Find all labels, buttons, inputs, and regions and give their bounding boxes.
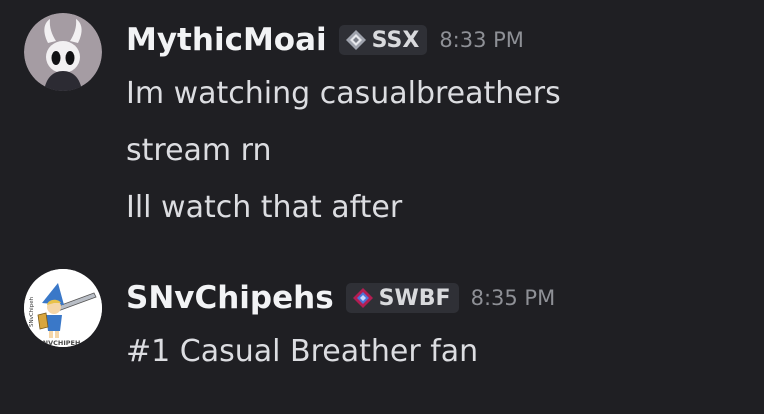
- message-group-snvchipehs: SNVCHIPEH SNvChipeh SNvChipehs SWBF 8:35…: [0, 250, 764, 414]
- message-header: SNvChipehs SWBF 8:35 PM: [126, 280, 555, 316]
- server-tag-label: SWBF: [378, 285, 451, 311]
- server-tag[interactable]: SWBF: [345, 283, 459, 313]
- avatar[interactable]: SNVCHIPEH SNvChipeh: [24, 269, 102, 347]
- message-group-mythicmoai: MythicMoai SSX 8:33 PM Im watching casua…: [0, 0, 764, 250]
- diamond-badge-icon: [352, 288, 373, 308]
- diamond-badge-icon: [345, 30, 366, 50]
- hollow-knight-icon: [24, 13, 102, 91]
- message-header: MythicMoai SSX 8:33 PM: [126, 22, 524, 58]
- cartoon-knight-icon: SNVCHIPEH SNvChipeh: [24, 269, 102, 347]
- server-tag[interactable]: SSX: [338, 25, 428, 55]
- message-line: Im watching casualbreathers: [126, 76, 561, 111]
- message-line: stream rn: [126, 133, 272, 168]
- server-tag-label: SSX: [371, 27, 420, 53]
- avatar[interactable]: [24, 13, 102, 91]
- author-name[interactable]: MythicMoai: [126, 22, 327, 58]
- timestamp[interactable]: 8:35 PM: [471, 286, 556, 310]
- avatar-logo-text: SNVCHIPEH: [38, 339, 80, 347]
- author-name[interactable]: SNvChipehs: [126, 280, 334, 316]
- avatar-side-text: SNvChipeh: [29, 296, 35, 327]
- timestamp[interactable]: 8:33 PM: [439, 28, 524, 52]
- message-line: #1 Casual Breather fan: [126, 334, 479, 369]
- message-line: Ill watch that after: [126, 190, 403, 225]
